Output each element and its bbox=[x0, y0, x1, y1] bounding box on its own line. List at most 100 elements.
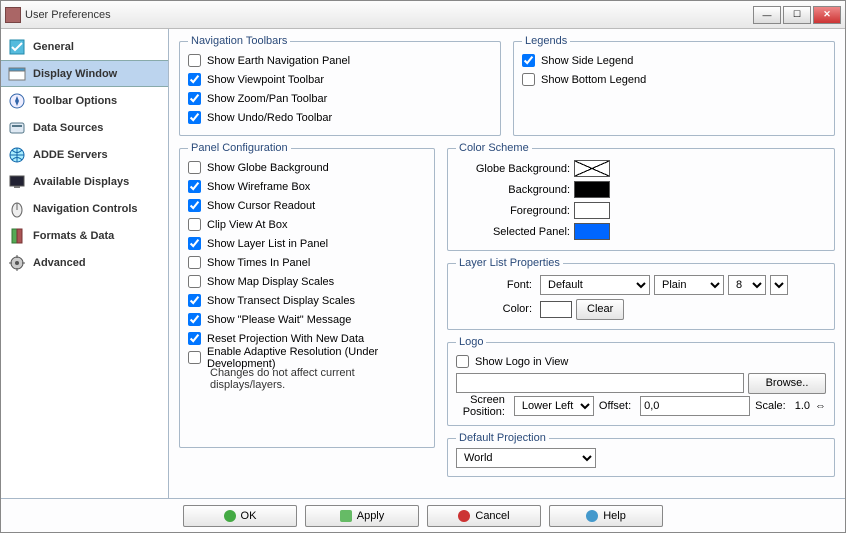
nav-toolbar-checkbox-2[interactable] bbox=[188, 92, 201, 105]
panel-config-checkbox-2[interactable] bbox=[188, 199, 201, 212]
group-legend: Logo bbox=[456, 336, 486, 348]
cancel-button[interactable]: Cancel bbox=[427, 505, 541, 527]
panel-config-checkbox-0[interactable] bbox=[188, 161, 201, 174]
panel-config-checkbox-8[interactable] bbox=[188, 313, 201, 326]
nav-toolbar-label-1[interactable]: Show Viewpoint Toolbar bbox=[207, 74, 324, 86]
show-logo-label[interactable]: Show Logo in View bbox=[475, 356, 568, 368]
sidebar-item-data-sources[interactable]: Data Sources bbox=[1, 114, 168, 141]
legend-label-1[interactable]: Show Bottom Legend bbox=[541, 74, 646, 86]
scale-value: 1.0 bbox=[795, 400, 810, 412]
globe-bg-swatch[interactable] bbox=[574, 160, 610, 177]
font-label: Font: bbox=[456, 279, 536, 291]
clear-color-button[interactable]: Clear bbox=[576, 299, 624, 320]
panel-config-group: Panel Configuration Show Globe Backgroun… bbox=[179, 142, 435, 448]
nav-toolbar-label-0[interactable]: Show Earth Navigation Panel bbox=[207, 55, 350, 67]
panel-config-label-5[interactable]: Show Times In Panel bbox=[207, 257, 310, 269]
font-extra-select[interactable] bbox=[770, 275, 788, 295]
group-legend: Default Projection bbox=[456, 432, 549, 444]
font-size-select[interactable]: 8 bbox=[728, 275, 766, 295]
logo-group: Logo Show Logo in View Browse.. Screen P… bbox=[447, 336, 835, 426]
display-window-icon bbox=[7, 64, 27, 84]
ok-button[interactable]: OK bbox=[183, 505, 297, 527]
sidebar-item-advanced[interactable]: Advanced bbox=[1, 249, 168, 276]
foreground-swatch[interactable] bbox=[574, 202, 610, 219]
default-projection-select[interactable]: World bbox=[456, 448, 596, 468]
nav-toolbar-checkbox-3[interactable] bbox=[188, 111, 201, 124]
apply-icon bbox=[340, 510, 352, 522]
maximize-button[interactable]: ☐ bbox=[783, 6, 811, 24]
toolbar-icon bbox=[7, 91, 27, 111]
general-icon bbox=[7, 37, 27, 57]
default-projection-group: Default Projection World bbox=[447, 432, 835, 477]
offset-label: Offset: bbox=[599, 400, 635, 412]
panel-config-checkbox-1[interactable] bbox=[188, 180, 201, 193]
selected-panel-swatch[interactable] bbox=[574, 223, 610, 240]
mouse-icon bbox=[7, 199, 27, 219]
color-label: Color: bbox=[456, 303, 536, 315]
group-legend: Color Scheme bbox=[456, 142, 532, 154]
nav-toolbars-group: Navigation Toolbars Show Earth Navigatio… bbox=[179, 35, 501, 136]
panel-config-label-8[interactable]: Show "Please Wait" Message bbox=[207, 314, 351, 326]
panel-config-label-4[interactable]: Show Layer List in Panel bbox=[207, 238, 328, 250]
panel-config-checkbox-4[interactable] bbox=[188, 237, 201, 250]
nav-toolbar-checkbox-0[interactable] bbox=[188, 54, 201, 67]
panel-config-label-3[interactable]: Clip View At Box bbox=[207, 219, 288, 231]
panel-config-label-9[interactable]: Reset Projection With New Data bbox=[207, 333, 364, 345]
sidebar-item-display-window[interactable]: Display Window bbox=[1, 60, 168, 87]
apply-button[interactable]: Apply bbox=[305, 505, 419, 527]
minimize-button[interactable]: — bbox=[753, 6, 781, 24]
panel-config-label-2[interactable]: Show Cursor Readout bbox=[207, 200, 315, 212]
ok-icon bbox=[224, 510, 236, 522]
button-bar: OK Apply Cancel Help bbox=[1, 498, 845, 532]
layer-color-swatch[interactable] bbox=[540, 301, 572, 318]
panel-config-label-7[interactable]: Show Transect Display Scales bbox=[207, 295, 355, 307]
close-button[interactable]: ✕ bbox=[813, 6, 841, 24]
sidebar-item-label: Navigation Controls bbox=[33, 203, 138, 215]
color-scheme-group: Color Scheme Globe Background: Backgroun… bbox=[447, 142, 835, 251]
data-sources-icon bbox=[7, 118, 27, 138]
sidebar-item-available-displays[interactable]: Available Displays bbox=[1, 168, 168, 195]
legend-checkbox-0[interactable] bbox=[522, 54, 535, 67]
sidebar-item-label: Available Displays bbox=[33, 176, 129, 188]
sidebar-item-label: Toolbar Options bbox=[33, 95, 117, 107]
panel-config-checkbox-10[interactable] bbox=[188, 351, 201, 364]
legend-label-0[interactable]: Show Side Legend bbox=[541, 55, 633, 67]
displays-icon bbox=[7, 172, 27, 192]
panel-config-label-10[interactable]: Enable Adaptive Resolution (Under Develo… bbox=[207, 346, 426, 370]
panel-config-label-6[interactable]: Show Map Display Scales bbox=[207, 276, 334, 288]
sidebar-item-label: ADDE Servers bbox=[33, 149, 108, 161]
sidebar-item-formats-data[interactable]: Formats & Data bbox=[1, 222, 168, 249]
panel-config-label-1[interactable]: Show Wireframe Box bbox=[207, 181, 310, 193]
sidebar-item-label: Advanced bbox=[33, 257, 86, 269]
panel-config-checkbox-3[interactable] bbox=[188, 218, 201, 231]
color-label: Foreground: bbox=[456, 205, 574, 217]
font-family-select[interactable]: Default bbox=[540, 275, 650, 295]
panel-config-label-0[interactable]: Show Globe Background bbox=[207, 162, 329, 174]
panel-config-checkbox-6[interactable] bbox=[188, 275, 201, 288]
nav-toolbar-checkbox-1[interactable] bbox=[188, 73, 201, 86]
help-button[interactable]: Help bbox=[549, 505, 663, 527]
group-legend: Panel Configuration bbox=[188, 142, 291, 154]
show-logo-checkbox[interactable] bbox=[456, 355, 469, 368]
sidebar-item-general[interactable]: General bbox=[1, 33, 168, 60]
adde-icon bbox=[7, 145, 27, 165]
panel-config-checkbox-7[interactable] bbox=[188, 294, 201, 307]
background-swatch[interactable] bbox=[574, 181, 610, 198]
logo-path-input[interactable] bbox=[456, 373, 744, 393]
legends-group: Legends Show Side LegendShow Bottom Lege… bbox=[513, 35, 835, 136]
scale-slider-icon[interactable]: ⇔ bbox=[815, 400, 826, 412]
panel-config-checkbox-5[interactable] bbox=[188, 256, 201, 269]
legend-checkbox-1[interactable] bbox=[522, 73, 535, 86]
sidebar-item-adde-servers[interactable]: ADDE Servers bbox=[1, 141, 168, 168]
screen-pos-select[interactable]: Lower Left bbox=[514, 396, 594, 416]
nav-toolbar-label-2[interactable]: Show Zoom/Pan Toolbar bbox=[207, 93, 327, 105]
sidebar-item-label: Data Sources bbox=[33, 122, 103, 134]
sidebar-item-label: Formats & Data bbox=[33, 230, 114, 242]
sidebar-item-toolbar-options[interactable]: Toolbar Options bbox=[1, 87, 168, 114]
sidebar-item-navigation-controls[interactable]: Navigation Controls bbox=[1, 195, 168, 222]
offset-input[interactable] bbox=[640, 396, 750, 416]
nav-toolbar-label-3[interactable]: Show Undo/Redo Toolbar bbox=[207, 112, 332, 124]
browse-button[interactable]: Browse.. bbox=[748, 373, 826, 394]
font-style-select[interactable]: Plain bbox=[654, 275, 724, 295]
panel-config-checkbox-9[interactable] bbox=[188, 332, 201, 345]
